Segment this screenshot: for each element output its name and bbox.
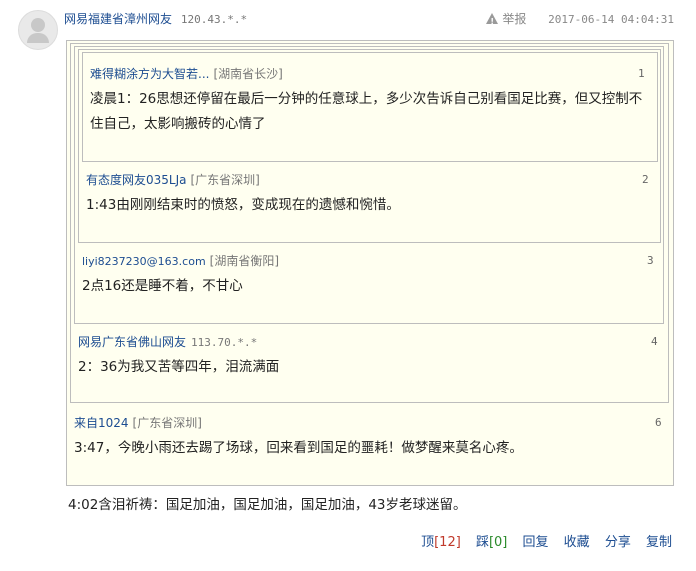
down-vote-button[interactable]: 踩[0]: [476, 535, 507, 550]
quote-meta: 难得糊涂方为大智若... [湖南省长沙]: [90, 66, 283, 82]
floor-number: 2: [642, 173, 649, 186]
favorite-button[interactable]: 收藏: [564, 535, 590, 550]
down-vote-label: 踩: [475, 535, 489, 550]
quote-user-link[interactable]: 来自1024: [74, 416, 129, 430]
copy-button[interactable]: 复制: [646, 535, 672, 550]
floor-number: 6: [655, 416, 662, 429]
quote-text: 2点16还是睡不着，不甘心: [82, 278, 243, 294]
quote-meta: 有态度网友035LJa [广东省深圳]: [86, 172, 260, 188]
avatar-head: [31, 18, 45, 32]
quote-text: 2：36为我又苦等四年，泪流满面: [78, 359, 280, 375]
quote-user-link[interactable]: 难得糊涂方为大智若...: [90, 67, 209, 81]
up-vote-label: 顶: [421, 535, 435, 550]
post-text: 4:02含泪祈祷：国足加油，国足加油，国足加油，43岁老球迷留。: [68, 497, 467, 513]
avatar-body: [27, 33, 49, 43]
quote-user-link[interactable]: 网易广东省佛山网友: [78, 335, 186, 349]
post-ip: 120.43.*.*: [180, 13, 248, 26]
post-header: 网易福建省漳州网友 120.43.*.* 举报 2017-06-14 04:04…: [64, 10, 674, 31]
floor-number: 1: [638, 67, 645, 80]
quote-location: [湖南省衡阳]: [209, 254, 280, 268]
quote-meta: 来自1024 [广东省深圳]: [74, 415, 202, 431]
quote-text: 3:47，今晚小雨还去踢了场球，回来看到国足的噩耗！做梦醒来莫名心疼。: [74, 440, 523, 456]
quote-meta: 网易广东省佛山网友 113.70.*.*: [78, 334, 257, 351]
quote-text: 凌晨1：26思想还停留在最后一分钟的任意球上，多少次告诉自己别看国足比赛，但又控…: [90, 91, 643, 132]
up-vote-button[interactable]: 顶[12]: [421, 535, 461, 550]
post-user-link[interactable]: 网易福建省漳州网友: [64, 12, 172, 26]
share-button[interactable]: 分享: [605, 535, 631, 550]
floor-number: 4: [651, 335, 658, 348]
quote-location: [广东省深圳]: [190, 173, 260, 187]
report-button[interactable]: 举报: [502, 12, 526, 26]
floor-number: 3: [647, 254, 654, 267]
default-avatar-icon[interactable]: [18, 10, 58, 50]
quote-location: [湖南省长沙]: [213, 67, 283, 81]
quote-user-link[interactable]: 有态度网友035LJa: [86, 173, 186, 187]
post-timestamp: 2017-06-14 04:04:31: [548, 13, 674, 26]
warning-icon[interactable]: [486, 13, 499, 31]
quote-meta: liyi8237230@163.com [湖南省衡阳]: [82, 253, 279, 270]
down-vote-count: [0]: [488, 535, 508, 550]
post-actions: 顶[12] 踩[0] 回复 收藏 分享 复制: [410, 534, 672, 552]
quote-ip: 113.70.*.*: [191, 336, 258, 349]
post-header-right: 举报 2017-06-14 04:04:31: [486, 10, 674, 31]
quote-text: 1:43由刚刚结束时的愤怒，变成现在的遗憾和惋惜。: [86, 197, 400, 213]
reply-button[interactable]: 回复: [523, 535, 549, 550]
quote-user-link[interactable]: liyi8237230@163.com: [82, 255, 206, 268]
quote-location: [广东省深圳]: [132, 416, 202, 430]
up-vote-count: [12]: [434, 535, 461, 550]
